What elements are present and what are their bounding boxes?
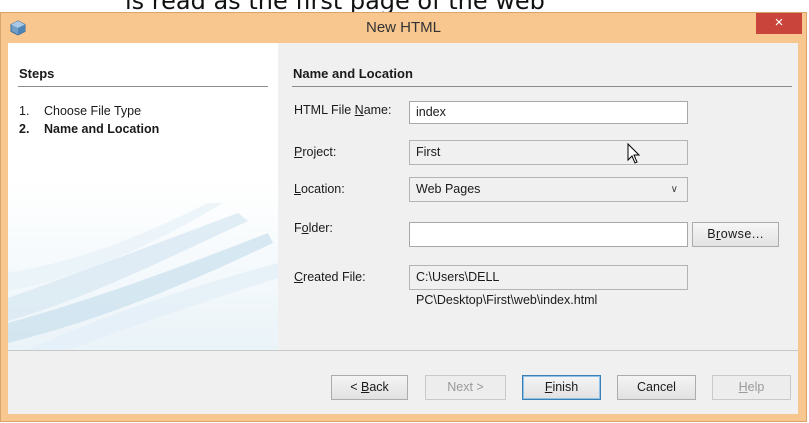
- close-icon: ×: [774, 14, 784, 31]
- label-text: HTML File: [294, 103, 355, 117]
- button-text: <: [350, 380, 361, 394]
- button-text: Next >: [447, 380, 484, 394]
- browse-button[interactable]: Browse...: [692, 222, 779, 247]
- label-mnemonic: L: [294, 182, 301, 196]
- step-item-choose-file-type: 1. Choose File Type: [19, 104, 141, 118]
- file-name-label: HTML File Name:: [294, 103, 391, 117]
- label-mnemonic: N: [354, 103, 364, 117]
- location-value: Web Pages: [416, 182, 481, 196]
- dialog-client-area: Steps 1. Choose File Type 2. Name and Loca…: [8, 43, 798, 414]
- location-label: Location:: [294, 182, 345, 196]
- help-button[interactable]: Help: [712, 375, 791, 400]
- label-text: ocation:: [300, 182, 345, 196]
- label-text: reated File:: [303, 270, 366, 284]
- background-caption-text: is read as the first page of the web: [125, 0, 545, 12]
- back-button[interactable]: < Back: [331, 375, 408, 400]
- name-and-location-panel: Name and Location HTML File Name: index …: [278, 43, 798, 350]
- created-file-label: Created File:: [294, 270, 366, 284]
- button-text: B: [707, 227, 717, 241]
- step-number: 1.: [19, 104, 30, 118]
- steps-divider: [18, 86, 268, 87]
- label-text: F: [294, 221, 302, 235]
- cancel-button[interactable]: Cancel: [617, 375, 696, 400]
- step-number: 2.: [19, 122, 30, 136]
- project-field: First: [409, 140, 688, 165]
- steps-panel: Steps 1. Choose File Type 2. Name and Loca…: [8, 43, 278, 350]
- steps-title: Steps: [19, 66, 55, 81]
- finish-button[interactable]: Finish: [522, 375, 601, 400]
- button-text: ack: [369, 380, 389, 394]
- label-mnemonic: C: [294, 270, 304, 284]
- label-text: lder:: [308, 221, 333, 235]
- label-mnemonic: o: [301, 221, 309, 235]
- file-name-input[interactable]: index: [409, 101, 688, 124]
- next-button[interactable]: Next >: [425, 375, 506, 400]
- step-label: Name and Location: [44, 122, 160, 136]
- label-text: roject:: [302, 145, 337, 159]
- decorative-swoosh-graphic: [8, 203, 278, 350]
- file-name-value: index: [416, 105, 446, 119]
- created-file-value: C:\Users\DELL PC\Desktop\First\web\index…: [416, 270, 598, 307]
- section-title: Name and Location: [293, 66, 413, 81]
- created-file-field: C:\Users\DELL PC\Desktop\First\web\index…: [409, 265, 688, 307]
- button-text: elp: [747, 380, 765, 394]
- title-bar: New HTML ×: [1, 13, 806, 43]
- button-text: owse...: [720, 227, 764, 241]
- button-text: Cancel: [637, 380, 676, 394]
- mouse-pointer-icon: [627, 143, 641, 164]
- label-text: ame:: [363, 103, 392, 117]
- chevron-down-icon: ∨: [670, 184, 678, 195]
- section-divider: [292, 86, 792, 87]
- footer-divider: [8, 350, 798, 351]
- button-mnemonic: H: [738, 380, 748, 394]
- step-item-name-and-location: 2. Name and Location: [19, 122, 159, 136]
- project-label: Project:: [294, 145, 336, 159]
- folder-label: Folder:: [294, 221, 333, 235]
- new-html-dialog: New HTML × Steps 1. Choose File Type 2. Na…: [0, 12, 807, 422]
- button-text: inish: [552, 380, 579, 394]
- step-label: Choose File Type: [44, 104, 142, 118]
- window-title: New HTML: [365, 19, 441, 36]
- close-button[interactable]: ×: [756, 13, 802, 34]
- location-dropdown[interactable]: Web Pages ∨: [409, 177, 688, 202]
- project-value: First: [416, 145, 441, 159]
- folder-input[interactable]: [409, 222, 688, 247]
- background-caption-fragment: is read as the first page of the web: [0, 0, 809, 12]
